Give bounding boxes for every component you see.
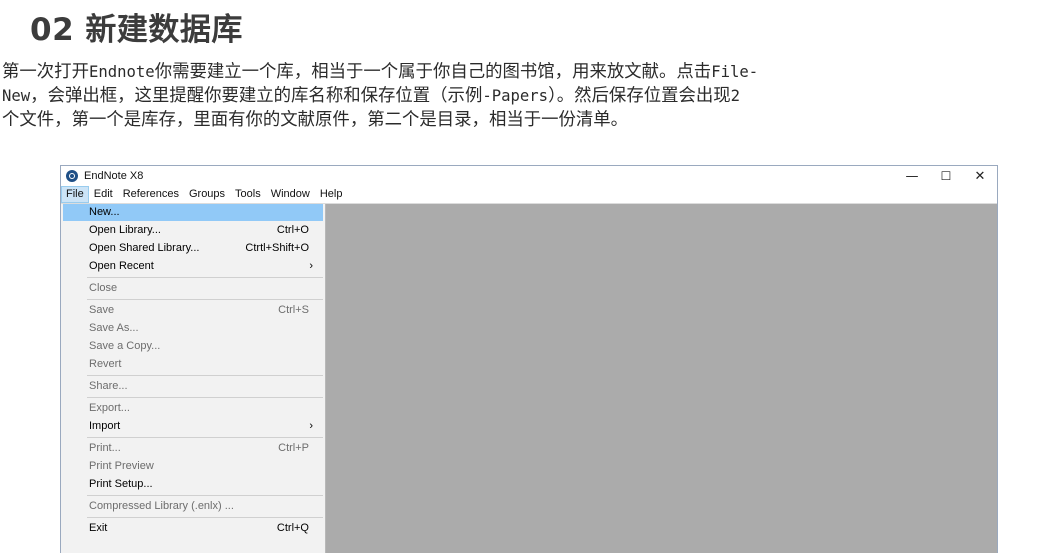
submenu-arrow-icon: › xyxy=(309,420,313,432)
paragraph-text: File- xyxy=(711,63,759,81)
endnote-logo-icon xyxy=(66,170,78,182)
menu-separator xyxy=(87,299,323,300)
menu-item-shortcut: Ctrl+P xyxy=(278,442,309,454)
menu-item-import[interactable]: Import › xyxy=(63,418,323,435)
menu-item-save[interactable]: Save Ctrl+S xyxy=(63,302,323,319)
menu-separator xyxy=(87,517,323,518)
menu-item-shortcut: Ctrtl+Shift+O xyxy=(245,242,309,254)
menu-bar: File Edit References Groups Tools Window Help xyxy=(61,186,997,204)
menu-item-label: Share... xyxy=(89,380,128,392)
paragraph-text: ，会弹出框，这里提醒你要建立的库名称和保存位置（示例 xyxy=(30,86,483,106)
menu-item-label: Export... xyxy=(89,402,130,414)
paragraph-text: -Papers xyxy=(482,87,549,105)
menu-separator xyxy=(87,437,323,438)
menu-item-revert[interactable]: Revert xyxy=(63,356,323,373)
menu-references[interactable]: References xyxy=(118,186,184,203)
menu-item-label: Open Recent xyxy=(89,260,154,272)
paragraph-text: 2 xyxy=(730,87,741,105)
page-title: 02 新建数据库 xyxy=(30,12,243,48)
paragraph-text: Endnote xyxy=(88,63,155,81)
title-bar: EndNote X8 — ☐ ✕ xyxy=(61,166,997,186)
submenu-arrow-icon: › xyxy=(309,260,313,272)
menu-file[interactable]: File xyxy=(61,186,89,203)
menu-item-label: Revert xyxy=(89,358,122,370)
menu-item-print-preview[interactable]: Print Preview xyxy=(63,458,323,475)
menu-edit[interactable]: Edit xyxy=(89,186,118,203)
window-title: EndNote X8 xyxy=(84,170,144,182)
menu-item-save-as[interactable]: Save As... xyxy=(63,320,323,337)
endnote-window: EndNote X8 — ☐ ✕ File Edit References Group… xyxy=(60,165,998,553)
menu-groups[interactable]: Groups xyxy=(184,186,230,203)
instruction-paragraph: 第一次打开Endnote你需要建立一个库，相当于一个属于你自己的图书馆，用来放文… xyxy=(2,60,1051,132)
menu-separator xyxy=(87,375,323,376)
menu-item-close[interactable]: Close xyxy=(63,280,323,297)
menu-item-open-library[interactable]: Open Library... Ctrl+O xyxy=(63,222,323,239)
menu-item-label: Import xyxy=(89,420,121,432)
paragraph-text: ）。然后保存位置会出现 xyxy=(548,86,731,106)
close-button[interactable]: ✕ xyxy=(963,166,997,186)
menu-item-label: Open Library... xyxy=(89,224,161,236)
menu-item-print[interactable]: Print... Ctrl+P xyxy=(63,440,323,457)
menu-separator xyxy=(87,397,323,398)
menu-item-label: Compressed Library (.enlx) ... xyxy=(89,500,234,512)
menu-tools[interactable]: Tools xyxy=(230,186,266,203)
minimize-button[interactable]: — xyxy=(895,166,929,186)
menu-item-label: Print Setup... xyxy=(89,478,153,490)
paragraph-line-3: 个文件，第一个是库存，里面有你的文献原件，第二个是目录，相当于一份清单。 xyxy=(2,110,629,130)
menu-item-export[interactable]: Export... xyxy=(63,400,323,417)
paragraph-text: 你需要建立一个库，相当于一个属于你自己的图书馆，用来放文献。点击 xyxy=(154,62,712,82)
menu-help[interactable]: Help xyxy=(315,186,348,203)
menu-item-open-shared-library[interactable]: Open Shared Library... Ctrtl+Shift+O xyxy=(63,240,323,257)
menu-item-label: Save xyxy=(89,304,115,316)
menu-item-label: New... xyxy=(89,206,120,218)
menu-item-print-setup[interactable]: Print Setup... xyxy=(63,476,323,493)
menu-item-label: Save As... xyxy=(89,322,139,334)
menu-separator xyxy=(87,495,323,496)
menu-window[interactable]: Window xyxy=(266,186,315,203)
menu-item-label: Print Preview xyxy=(89,460,154,472)
paragraph-line-1: 第一次打开Endnote你需要建立一个库，相当于一个属于你自己的图书馆，用来放文… xyxy=(2,60,1051,84)
paragraph-text: 第一次打开 xyxy=(2,62,89,82)
menu-item-label: Save a Copy... xyxy=(89,340,161,352)
menu-item-new[interactable]: New... xyxy=(63,204,323,221)
menu-separator xyxy=(87,277,323,278)
paragraph-text: New xyxy=(2,87,31,105)
menu-item-exit[interactable]: Exit Ctrl+Q xyxy=(63,520,323,537)
menu-item-shortcut: Ctrl+S xyxy=(278,304,309,316)
menu-item-label: Close xyxy=(89,282,118,294)
menu-item-compressed-library-enlx[interactable]: Compressed Library (.enlx) ... xyxy=(63,498,323,515)
menu-item-label: Print... xyxy=(89,442,121,454)
maximize-button[interactable]: ☐ xyxy=(929,166,963,186)
file-menu-dropdown: New... Open Library... Ctrl+O Open Shared L… xyxy=(61,204,326,553)
paragraph-line-2: New，会弹出框，这里提醒你要建立的库名称和保存位置（示例-Papers）。然后… xyxy=(2,84,1051,108)
menu-item-share[interactable]: Share... xyxy=(63,378,323,395)
menu-item-label: Open Shared Library... xyxy=(89,242,200,254)
menu-item-label: Exit xyxy=(89,522,108,534)
menu-item-shortcut: Ctrl+Q xyxy=(276,522,309,534)
menu-item-open-recent[interactable]: Open Recent › xyxy=(63,258,323,275)
menu-item-save-a-copy[interactable]: Save a Copy... xyxy=(63,338,323,355)
menu-item-shortcut: Ctrl+O xyxy=(276,224,309,236)
